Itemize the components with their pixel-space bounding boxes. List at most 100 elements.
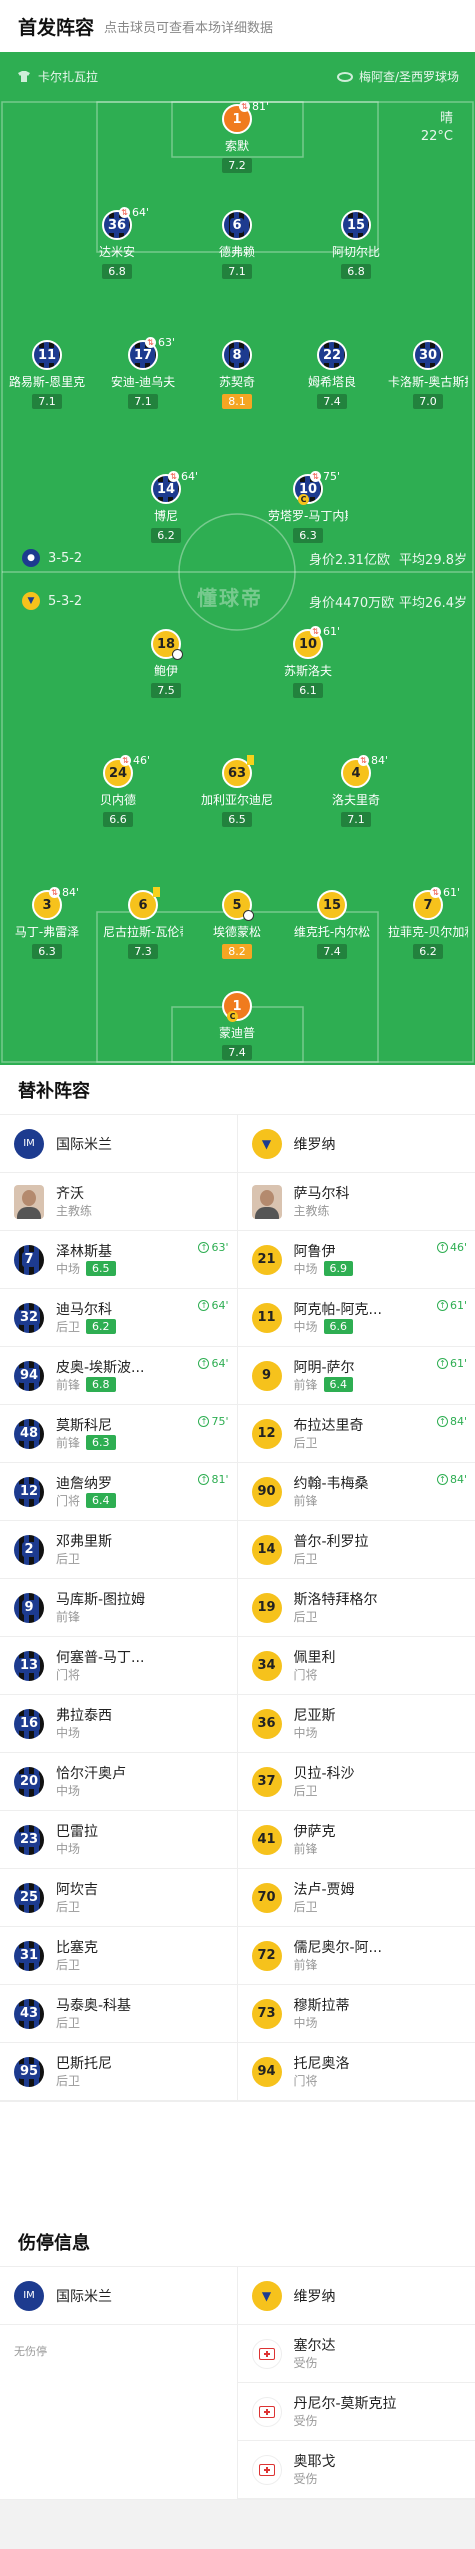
sub-player-name: 布拉达里奇: [293, 1417, 364, 1434]
home-team-label: 卡尔扎瓦拉: [38, 70, 99, 84]
sub-player-row[interactable]: 34 佩里利 门将: [237, 1637, 475, 1695]
sub-player-row[interactable]: 94 托尼奥洛 门将: [237, 2043, 475, 2101]
player-name: 姆希塔良: [307, 375, 356, 389]
player-p7[interactable]: 8 苏契奇 8.1: [197, 340, 277, 409]
sub-player-row[interactable]: 12 迪詹纳罗 门将 6.4 ↑ 81': [0, 1463, 237, 1521]
jersey-icon: 12: [251, 1418, 282, 1449]
sub-player-name: 迪詹纳罗: [56, 1475, 112, 1492]
player-p4[interactable]: 15 阿切尔比 6.8: [316, 210, 396, 279]
verona-team-row[interactable]: ▼ 维罗纳: [237, 1115, 475, 1173]
player-v11[interactable]: 1C 蒙迪普 7.4: [197, 991, 277, 1060]
player-rating: 6.8: [341, 264, 371, 279]
jersey-icon: 25: [14, 1882, 44, 1913]
sub-player-position: 后卫: [56, 1957, 81, 1972]
sub-player-row[interactable]: 9 马库斯-图拉姆 前锋: [0, 1579, 237, 1637]
sub-player-row[interactable]: 31 比塞克 后卫: [0, 1927, 237, 1985]
sub-on-arrow-icon: ↑: [436, 1416, 448, 1427]
sub-player-name: 巴斯托尼: [56, 2055, 112, 2072]
lineup-hint: 点击球员可查看本场详细数据: [104, 20, 274, 36]
sub-player-row[interactable]: 95 巴斯托尼 后卫: [0, 2043, 237, 2101]
player-p5[interactable]: 11 路易斯-恩里克 7.1: [7, 340, 87, 409]
sub-player-row[interactable]: 9 阿明-萨尔 前锋 6.4 ↑ 61': [237, 1347, 475, 1405]
jersey-icon: 73: [251, 1998, 282, 2029]
player-p8[interactable]: 22 姆希塔良 7.4: [292, 340, 372, 409]
verona-age: 平均26.4岁: [399, 595, 467, 611]
sub-player-name: 法卢-贾姆: [293, 1881, 355, 1898]
sub-player-row[interactable]: 25 阿坎吉 后卫: [0, 1869, 237, 1927]
inter-team-row[interactable]: IM 国际米兰: [0, 2267, 237, 2325]
player-p1[interactable]: 1 ⇅ 81' 索默 7.2: [197, 100, 277, 173]
jersey-icon: 6: [222, 210, 252, 240]
jersey-icon: 34: [251, 1650, 282, 1681]
inter-team-row[interactable]: IM 国际米兰: [0, 1115, 237, 1173]
sub-player-name: 弗拉泰西: [56, 1707, 112, 1724]
verona-coach-row[interactable]: 萨马尔科 主教练: [237, 1173, 475, 1231]
sub-player-row[interactable]: 70 法卢-贾姆 后卫: [237, 1869, 475, 1927]
verona-team-row[interactable]: ▼ 维罗纳: [237, 2267, 475, 2325]
player-v2[interactable]: 10 ⇅ 61' 苏斯洛夫 6.1: [268, 625, 348, 698]
player-v5[interactable]: 4 ⇅ 84' 洛夫里奇 7.1: [316, 754, 396, 827]
player-v3[interactable]: 24 ⇅ 46' 贝内德 6.6: [78, 754, 158, 827]
player-p2[interactable]: 36 ⇅ 64' 达米安 6.8: [77, 206, 157, 279]
player-p3[interactable]: 6 德弗赖 7.1: [197, 210, 277, 279]
sub-player-row[interactable]: 7 泽林斯基 中场 6.5 ↑ 63': [0, 1231, 237, 1289]
player-rating: 7.4: [317, 944, 347, 959]
player-name: 达米安: [98, 245, 135, 259]
player-v9[interactable]: 15 维克托-内尔松 7.4: [292, 890, 372, 959]
sub-player-name: 佩里利: [293, 1649, 336, 1666]
injury-status: 受伤: [293, 2355, 318, 2370]
player-p9[interactable]: 30 卡洛斯-奥古斯托 7.0: [388, 340, 468, 409]
player-v1[interactable]: 18 鲍伊 7.5: [126, 629, 206, 698]
sub-player-row[interactable]: 37 贝拉-科沙 后卫: [237, 1753, 475, 1811]
jersey-icon: 11: [32, 340, 62, 370]
player-v6[interactable]: 3 ⇅ 84' 马丁-弗雷泽 6.3: [7, 886, 87, 959]
sub-off-tag: ⇅ 61': [430, 886, 460, 899]
no-injuries-label: 无伤停: [14, 2345, 47, 2358]
sub-player-row[interactable]: 19 斯洛特拜格尔 后卫: [237, 1579, 475, 1637]
sub-player-row[interactable]: 36 尼亚斯 中场: [237, 1695, 475, 1753]
sub-player-position: 中场: [293, 1725, 318, 1740]
sub-player-row[interactable]: 90 约翰-韦梅桑 前锋 ↑ 84': [237, 1463, 475, 1521]
sub-player-row[interactable]: 13 何塞普-马丁... 门将: [0, 1637, 237, 1695]
sub-player-row[interactable]: 21 阿鲁伊 中场 6.9 ↑ 46': [237, 1231, 475, 1289]
player-v4[interactable]: 63 加利亚尔迪尼 6.5: [197, 755, 277, 827]
player-p10[interactable]: 14 ⇅ 64' 博尼 6.2: [126, 470, 206, 543]
sub-player-row[interactable]: 14 普尔-利罗拉 后卫: [237, 1521, 475, 1579]
sub-player-name: 皮奥-埃斯波...: [56, 1359, 145, 1376]
injured-player-name: 丹尼尔-莫斯克拉: [293, 2395, 397, 2412]
player-v10[interactable]: 7 ⇅ 61' 拉菲克-贝尔加利 6.2: [388, 886, 468, 959]
team-name: 维罗纳: [293, 1136, 336, 1153]
injured-player-row[interactable]: 塞尔达 受伤: [237, 2325, 475, 2383]
jersey-icon: 14: [251, 1534, 282, 1565]
verona-subs-column: ▼ 维罗纳 萨马尔科 主教练 21 阿鲁伊 中场 6.9 ↑ 46' 11 阿克帕-阿克...…: [237, 1115, 475, 2101]
sub-player-row[interactable]: 20 恰尔汗奥卢 中场: [0, 1753, 237, 1811]
sub-player-row[interactable]: 11 阿克帕-阿克... 中场 6.6 ↑ 61': [237, 1289, 475, 1347]
sub-player-row[interactable]: 23 巴雷拉 中场: [0, 1811, 237, 1869]
sub-player-row[interactable]: 12 布拉达里奇 后卫 ↑ 84': [237, 1405, 475, 1463]
sub-player-row[interactable]: 16 弗拉泰西 中场: [0, 1695, 237, 1753]
player-v8[interactable]: 5 埃德蒙松 8.2: [197, 890, 277, 959]
player-v7[interactable]: 6 尼古拉斯-瓦伦蒂尼 7.3: [103, 887, 183, 959]
sub-player-row[interactable]: 94 皮奥-埃斯波... 前锋 6.8 ↑ 64': [0, 1347, 237, 1405]
injured-player-row[interactable]: 奥耶戈 受伤: [237, 2441, 475, 2499]
sub-player-row[interactable]: 2 邓弗里斯 后卫: [0, 1521, 237, 1579]
sub-player-row[interactable]: 43 马泰奥-科基 后卫: [0, 1985, 237, 2043]
sub-player-name: 斯洛特拜格尔: [293, 1591, 378, 1608]
verona-formation-row: ▼ 5-3-2 身价4470万欧 平均26.4岁: [22, 592, 467, 611]
player-rating: 7.2: [222, 158, 252, 173]
player-rating: 6.2: [151, 528, 181, 543]
sub-player-row[interactable]: 73 穆斯拉蒂 中场: [237, 1985, 475, 2043]
sub-player-row[interactable]: 41 伊萨克 前锋: [237, 1811, 475, 1869]
player-rating: 7.4: [317, 394, 347, 409]
player-name: 埃德蒙松: [212, 925, 261, 939]
injured-player-row[interactable]: 丹尼尔-莫斯克拉 受伤: [237, 2383, 475, 2441]
sub-on-minute: ↑ 84': [436, 1415, 467, 1428]
sub-player-row[interactable]: 72 儒尼奥尔-阿... 前锋: [237, 1927, 475, 1985]
sub-player-row[interactable]: 48 莫斯科尼 前锋 6.3 ↑ 75': [0, 1405, 237, 1463]
inter-coach-row[interactable]: 齐沃 主教练: [0, 1173, 237, 1231]
player-p11[interactable]: 10 C ⇅ 75' 劳塔罗-马丁内斯 6.3: [268, 470, 348, 543]
sub-player-position: 后卫: [56, 1551, 81, 1566]
jersey-icon: 8: [222, 340, 252, 370]
sub-player-row[interactable]: 32 迪马尔科 后卫 6.2 ↑ 64': [0, 1289, 237, 1347]
player-p6[interactable]: 17 ⇅ 63' 安迪-迪乌夫 7.1: [103, 336, 183, 409]
